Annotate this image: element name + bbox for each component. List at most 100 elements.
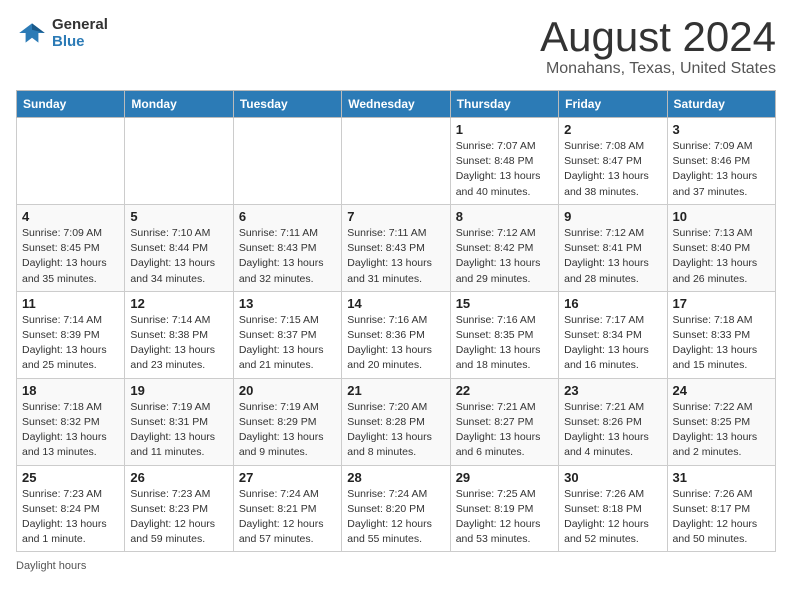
day-number: 25 xyxy=(22,470,119,485)
day-number: 5 xyxy=(130,209,227,224)
day-number: 2 xyxy=(564,122,661,137)
day-number: 20 xyxy=(239,383,336,398)
day-info: Sunrise: 7:12 AM Sunset: 8:42 PM Dayligh… xyxy=(456,226,553,287)
calendar-cell xyxy=(17,118,125,205)
day-info: Sunrise: 7:26 AM Sunset: 8:18 PM Dayligh… xyxy=(564,487,661,548)
day-info: Sunrise: 7:26 AM Sunset: 8:17 PM Dayligh… xyxy=(673,487,770,548)
day-number: 31 xyxy=(673,470,770,485)
day-number: 29 xyxy=(456,470,553,485)
day-info: Sunrise: 7:16 AM Sunset: 8:36 PM Dayligh… xyxy=(347,313,444,374)
calendar-cell: 10 Sunrise: 7:13 AM Sunset: 8:40 PM Dayli… xyxy=(667,204,775,291)
day-info: Sunrise: 7:23 AM Sunset: 8:24 PM Dayligh… xyxy=(22,487,119,548)
day-of-week-header: Monday xyxy=(125,91,233,118)
day-info: Sunrise: 7:14 AM Sunset: 8:38 PM Dayligh… xyxy=(130,313,227,374)
day-number: 13 xyxy=(239,296,336,311)
day-number: 11 xyxy=(22,296,119,311)
day-number: 12 xyxy=(130,296,227,311)
day-number: 17 xyxy=(673,296,770,311)
footer: Daylight hours xyxy=(16,560,776,572)
day-number: 21 xyxy=(347,383,444,398)
day-info: Sunrise: 7:18 AM Sunset: 8:32 PM Dayligh… xyxy=(22,400,119,461)
day-number: 15 xyxy=(456,296,553,311)
day-info: Sunrise: 7:16 AM Sunset: 8:35 PM Dayligh… xyxy=(456,313,553,374)
day-number: 14 xyxy=(347,296,444,311)
calendar-cell: 18 Sunrise: 7:18 AM Sunset: 8:32 PM Dayli… xyxy=(17,378,125,465)
header: General Blue August 2024 Monahans, Texas… xyxy=(16,16,776,78)
day-number: 22 xyxy=(456,383,553,398)
calendar-cell: 17 Sunrise: 7:18 AM Sunset: 8:33 PM Dayli… xyxy=(667,291,775,378)
logo: General Blue xyxy=(16,16,108,50)
calendar-week-row: 11 Sunrise: 7:14 AM Sunset: 8:39 PM Dayli… xyxy=(17,291,776,378)
calendar-cell xyxy=(233,118,341,205)
day-info: Sunrise: 7:17 AM Sunset: 8:34 PM Dayligh… xyxy=(564,313,661,374)
calendar-cell: 4Sunrise: 7:09 AM Sunset: 8:45 PM Daylig… xyxy=(17,204,125,291)
day-info: Sunrise: 7:13 AM Sunset: 8:40 PM Dayligh… xyxy=(673,226,770,287)
calendar-week-row: 25 Sunrise: 7:23 AM Sunset: 8:24 PM Dayli… xyxy=(17,465,776,552)
calendar-cell: 15 Sunrise: 7:16 AM Sunset: 8:35 PM Dayli… xyxy=(450,291,558,378)
calendar-cell: 1 Sunrise: 7:07 AM Sunset: 8:48 PM Daylig… xyxy=(450,118,558,205)
day-info: Sunrise: 7:14 AM Sunset: 8:39 PM Dayligh… xyxy=(22,313,119,374)
day-number: 1 xyxy=(456,122,553,137)
day-number: 6 xyxy=(239,209,336,224)
calendar-cell: 16Sunrise: 7:17 AM Sunset: 8:34 PM Dayli… xyxy=(559,291,667,378)
day-info: Sunrise: 7:19 AM Sunset: 8:29 PM Dayligh… xyxy=(239,400,336,461)
day-number: 4 xyxy=(22,209,119,224)
day-info: Sunrise: 7:21 AM Sunset: 8:26 PM Dayligh… xyxy=(564,400,661,461)
day-of-week-header: Saturday xyxy=(667,91,775,118)
calendar-cell: 21 Sunrise: 7:20 AM Sunset: 8:28 PM Dayli… xyxy=(342,378,450,465)
calendar-cell: 24Sunrise: 7:22 AM Sunset: 8:25 PM Dayli… xyxy=(667,378,775,465)
day-info: Sunrise: 7:19 AM Sunset: 8:31 PM Dayligh… xyxy=(130,400,227,461)
day-of-week-header: Wednesday xyxy=(342,91,450,118)
day-info: Sunrise: 7:23 AM Sunset: 8:23 PM Dayligh… xyxy=(130,487,227,548)
calendar-week-row: 1 Sunrise: 7:07 AM Sunset: 8:48 PM Daylig… xyxy=(17,118,776,205)
logo-text: General Blue xyxy=(52,16,108,50)
calendar-cell: 9Sunrise: 7:12 AM Sunset: 8:41 PM Daylig… xyxy=(559,204,667,291)
day-number: 24 xyxy=(673,383,770,398)
daylight-label: Daylight hours xyxy=(16,560,86,572)
day-info: Sunrise: 7:15 AM Sunset: 8:37 PM Dayligh… xyxy=(239,313,336,374)
day-number: 28 xyxy=(347,470,444,485)
calendar-cell: 3 Sunrise: 7:09 AM Sunset: 8:46 PM Daylig… xyxy=(667,118,775,205)
calendar-cell: 13 Sunrise: 7:15 AM Sunset: 8:37 PM Dayli… xyxy=(233,291,341,378)
title-block: August 2024 Monahans, Texas, United Stat… xyxy=(540,16,776,78)
day-number: 18 xyxy=(22,383,119,398)
location-subtitle: Monahans, Texas, United States xyxy=(540,60,776,78)
day-number: 26 xyxy=(130,470,227,485)
calendar-cell: 28 Sunrise: 7:24 AM Sunset: 8:20 PM Dayli… xyxy=(342,465,450,552)
month-year-title: August 2024 xyxy=(540,16,776,58)
calendar-cell: 19Sunrise: 7:19 AM Sunset: 8:31 PM Dayli… xyxy=(125,378,233,465)
calendar-cell: 20 Sunrise: 7:19 AM Sunset: 8:29 PM Dayli… xyxy=(233,378,341,465)
calendar-cell: 12 Sunrise: 7:14 AM Sunset: 8:38 PM Dayli… xyxy=(125,291,233,378)
day-info: Sunrise: 7:11 AM Sunset: 8:43 PM Dayligh… xyxy=(347,226,444,287)
day-info: Sunrise: 7:11 AM Sunset: 8:43 PM Dayligh… xyxy=(239,226,336,287)
day-info: Sunrise: 7:18 AM Sunset: 8:33 PM Dayligh… xyxy=(673,313,770,374)
calendar-cell: 11 Sunrise: 7:14 AM Sunset: 8:39 PM Dayli… xyxy=(17,291,125,378)
day-info: Sunrise: 7:07 AM Sunset: 8:48 PM Dayligh… xyxy=(456,139,553,200)
day-info: Sunrise: 7:21 AM Sunset: 8:27 PM Dayligh… xyxy=(456,400,553,461)
calendar-table: SundayMondayTuesdayWednesdayThursdayFrid… xyxy=(16,90,776,552)
day-of-week-header: Sunday xyxy=(17,91,125,118)
calendar-cell: 26 Sunrise: 7:23 AM Sunset: 8:23 PM Dayli… xyxy=(125,465,233,552)
day-info: Sunrise: 7:09 AM Sunset: 8:46 PM Dayligh… xyxy=(673,139,770,200)
day-info: Sunrise: 7:24 AM Sunset: 8:21 PM Dayligh… xyxy=(239,487,336,548)
day-info: Sunrise: 7:24 AM Sunset: 8:20 PM Dayligh… xyxy=(347,487,444,548)
day-of-week-header: Tuesday xyxy=(233,91,341,118)
calendar-cell: 6 Sunrise: 7:11 AM Sunset: 8:43 PM Daylig… xyxy=(233,204,341,291)
day-number: 10 xyxy=(673,209,770,224)
day-of-week-header: Thursday xyxy=(450,91,558,118)
calendar-week-row: 4Sunrise: 7:09 AM Sunset: 8:45 PM Daylig… xyxy=(17,204,776,291)
day-number: 8 xyxy=(456,209,553,224)
calendar-cell: 29Sunrise: 7:25 AM Sunset: 8:19 PM Dayli… xyxy=(450,465,558,552)
calendar-cell xyxy=(342,118,450,205)
calendar-cell: 31 Sunrise: 7:26 AM Sunset: 8:17 PM Dayli… xyxy=(667,465,775,552)
calendar-week-row: 18 Sunrise: 7:18 AM Sunset: 8:32 PM Dayli… xyxy=(17,378,776,465)
calendar-cell: 27Sunrise: 7:24 AM Sunset: 8:21 PM Dayli… xyxy=(233,465,341,552)
day-info: Sunrise: 7:08 AM Sunset: 8:47 PM Dayligh… xyxy=(564,139,661,200)
day-info: Sunrise: 7:20 AM Sunset: 8:28 PM Dayligh… xyxy=(347,400,444,461)
calendar-cell: 7Sunrise: 7:11 AM Sunset: 8:43 PM Daylig… xyxy=(342,204,450,291)
day-of-week-header: Friday xyxy=(559,91,667,118)
calendar-cell: 23Sunrise: 7:21 AM Sunset: 8:26 PM Dayli… xyxy=(559,378,667,465)
day-number: 3 xyxy=(673,122,770,137)
day-info: Sunrise: 7:10 AM Sunset: 8:44 PM Dayligh… xyxy=(130,226,227,287)
day-number: 9 xyxy=(564,209,661,224)
